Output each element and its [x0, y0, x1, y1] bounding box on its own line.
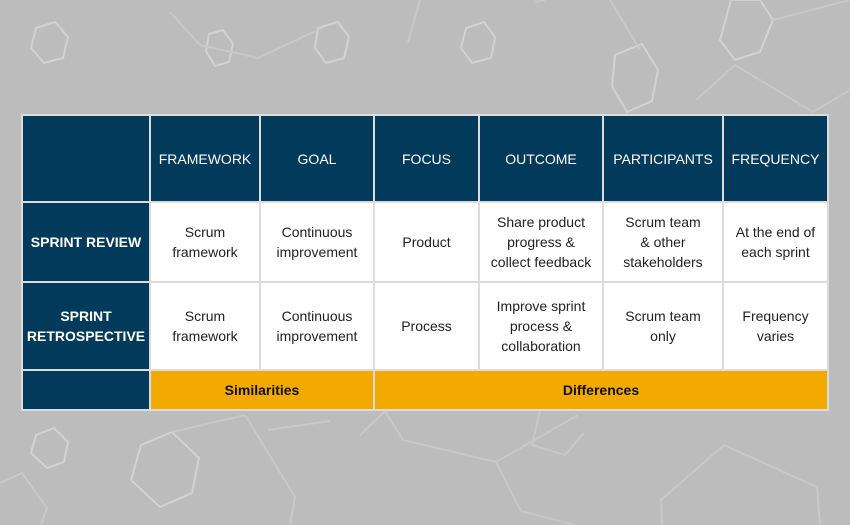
- column-header-goal: GOAL: [261, 116, 373, 201]
- column-header-focus: FOCUS: [375, 116, 478, 201]
- retro-goal-cell: Continuous improvement: [261, 283, 373, 369]
- column-header-outcome: OUTCOME: [480, 116, 602, 201]
- retro-frequency-cell: Frequency varies: [724, 283, 827, 369]
- retro-participants-cell: Scrum team only: [604, 283, 722, 369]
- column-header-participants: PARTICIPANTS: [604, 116, 722, 201]
- header-corner-cell: [23, 116, 149, 201]
- review-focus-cell: Product: [375, 203, 478, 281]
- similarities-label: Similarities: [151, 371, 373, 409]
- column-header-framework: FRAMEWORK: [151, 116, 259, 201]
- retro-outcome-cell: Improve sprint process & collaboration: [480, 283, 602, 369]
- retro-focus-cell: Process: [375, 283, 478, 369]
- footer-corner-cell: [23, 371, 149, 409]
- row-header-sprint-review: SPRINT REVIEW: [23, 203, 149, 281]
- comparison-table: FRAMEWORK GOAL FOCUS OUTCOME PARTICIPANT…: [21, 114, 829, 411]
- review-outcome-cell: Share product progress & collect feedbac…: [480, 203, 602, 281]
- differences-label: Differences: [375, 371, 827, 409]
- review-frequency-cell: At the end of each sprint: [724, 203, 827, 281]
- retro-framework-cell: Scrum framework: [151, 283, 259, 369]
- review-participants-cell: Scrum team & other stakeholders: [604, 203, 722, 281]
- review-goal-cell: Continuous improvement: [261, 203, 373, 281]
- row-header-sprint-retrospective: SPRINT RETROSPECTIVE: [23, 283, 149, 369]
- column-header-frequency: FREQUENCY: [724, 116, 827, 201]
- review-framework-cell: Scrum framework: [151, 203, 259, 281]
